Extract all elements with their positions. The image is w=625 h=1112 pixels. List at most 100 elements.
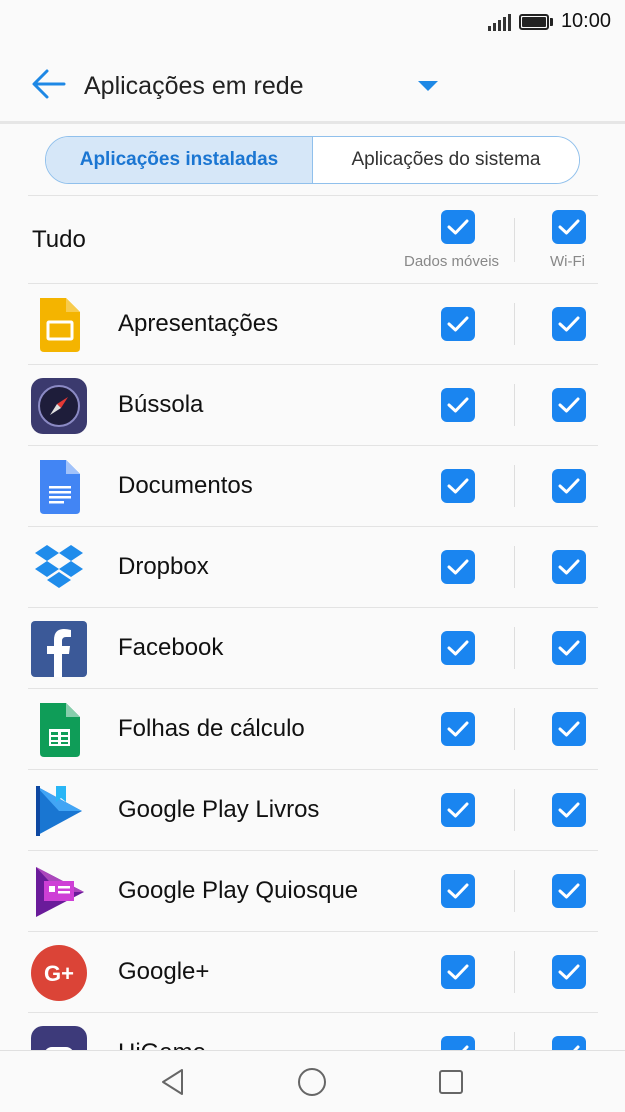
list-item: Folhas de cálculo <box>28 689 598 770</box>
wifi-checkbox[interactable] <box>552 793 586 827</box>
wifi-checkbox[interactable] <box>552 955 586 989</box>
checkmark-icon <box>558 802 580 818</box>
list-item: Facebook <box>28 608 598 689</box>
triangle-back-icon <box>162 1069 183 1095</box>
column-divider <box>514 218 515 262</box>
wifi-checkbox[interactable] <box>552 631 586 665</box>
app-name: Documentos <box>118 472 253 499</box>
wifi-checkbox[interactable] <box>552 874 586 908</box>
app-type-tabs: Aplicações instaladas Aplicações do sist… <box>45 136 580 184</box>
app-name: Dropbox <box>118 553 209 580</box>
system-nav-bar <box>0 1050 625 1112</box>
checkmark-icon <box>558 559 580 575</box>
wifi-checkbox[interactable] <box>552 469 586 503</box>
checkmark-icon <box>447 640 469 656</box>
mobile-data-checkbox[interactable] <box>441 712 475 746</box>
list-item: G+ Google+ <box>28 932 598 1013</box>
battery-icon <box>518 13 553 30</box>
wifi-checkbox[interactable] <box>552 550 586 584</box>
nav-home-button[interactable] <box>294 1064 330 1100</box>
list-item: Google Play Quiosque <box>28 851 598 932</box>
app-name: Folhas de cálculo <box>118 715 305 742</box>
mobile-data-checkbox[interactable] <box>441 793 475 827</box>
facebook-icon <box>31 621 87 677</box>
checkmark-icon <box>447 721 469 737</box>
checkmark-icon <box>447 478 469 494</box>
list-item: Dropbox <box>28 527 598 608</box>
wifi-checkbox[interactable] <box>552 712 586 746</box>
list-item: Documentos <box>28 446 598 527</box>
page-title: Aplicações em rede <box>84 71 304 100</box>
title-dropdown[interactable]: Aplicações em rede <box>84 66 454 106</box>
checkmark-icon <box>558 219 580 235</box>
column-divider <box>514 303 515 345</box>
wifi-checkbox[interactable] <box>552 388 586 422</box>
app-header: Aplicações em rede <box>0 44 625 124</box>
google-plus-icon: G+ <box>31 945 87 1001</box>
checkmark-icon <box>558 883 580 899</box>
column-divider <box>514 708 515 750</box>
column-divider <box>514 951 515 993</box>
status-indicators: 10:00 <box>487 10 611 33</box>
app-name: Apresentações <box>118 310 279 337</box>
list-item: Google Play Livros <box>28 770 598 851</box>
checkmark-icon <box>447 802 469 818</box>
app-name: Google Play Livros <box>118 796 320 823</box>
checkmark-icon <box>447 316 469 332</box>
mobile-data-checkbox[interactable] <box>441 550 475 584</box>
slides-icon <box>40 298 80 352</box>
checkmark-icon <box>558 316 580 332</box>
docs-icon <box>40 460 80 514</box>
checkmark-icon <box>558 478 580 494</box>
checkmark-icon <box>558 721 580 737</box>
dropbox-icon <box>35 545 83 588</box>
tab-system-apps[interactable]: Aplicações do sistema <box>313 137 579 183</box>
app-name: Bússola <box>118 391 204 418</box>
checkmark-icon <box>447 219 469 235</box>
compass-icon <box>31 378 87 434</box>
column-divider <box>514 627 515 669</box>
all-mobile-data-checkbox[interactable] <box>441 210 475 244</box>
checkmark-icon <box>447 559 469 575</box>
play-books-icon <box>36 786 82 836</box>
column-divider <box>514 546 515 588</box>
app-network-list: Tudo Dados móveis Wi-Fi Apresentações Bú… <box>28 195 598 1094</box>
app-name: Google+ <box>118 958 210 985</box>
mobile-data-checkbox[interactable] <box>441 874 475 908</box>
app-name: Facebook <box>118 634 224 661</box>
checkmark-icon <box>558 640 580 656</box>
nav-back-button[interactable] <box>155 1064 191 1100</box>
mobile-data-caption: Dados móveis <box>404 253 500 270</box>
nav-recents-button[interactable] <box>433 1064 469 1100</box>
checkmark-icon <box>447 397 469 413</box>
app-name: Google Play Quiosque <box>118 877 359 904</box>
all-wifi-checkbox[interactable] <box>552 210 586 244</box>
all-apps-row: Tudo Dados móveis Wi-Fi <box>28 195 598 284</box>
mobile-data-checkbox[interactable] <box>441 469 475 503</box>
checkmark-icon <box>447 883 469 899</box>
sheets-icon <box>40 703 80 757</box>
status-time: 10:00 <box>560 10 611 32</box>
list-item: Apresentações <box>28 284 598 365</box>
mobile-data-checkbox[interactable] <box>441 388 475 422</box>
checkmark-icon <box>447 964 469 980</box>
tab-installed-apps[interactable]: Aplicações instaladas <box>46 137 313 183</box>
list-item: Bússola <box>28 365 598 446</box>
column-divider <box>514 870 515 912</box>
column-divider <box>514 465 515 507</box>
all-label: Tudo <box>32 226 86 253</box>
wifi-caption: Wi-Fi <box>550 253 585 270</box>
back-button[interactable] <box>26 64 70 104</box>
mobile-data-checkbox[interactable] <box>441 955 475 989</box>
square-recents-icon <box>439 1070 463 1094</box>
mobile-data-checkbox[interactable] <box>441 307 475 341</box>
checkmark-icon <box>558 397 580 413</box>
circle-home-icon <box>298 1068 326 1096</box>
mobile-data-checkbox[interactable] <box>441 631 475 665</box>
wifi-checkbox[interactable] <box>552 307 586 341</box>
checkmark-icon <box>558 964 580 980</box>
column-divider <box>514 384 515 426</box>
play-newsstand-icon <box>36 867 84 917</box>
back-arrow-icon <box>32 69 66 99</box>
status-bar: 10:00 <box>0 0 625 44</box>
